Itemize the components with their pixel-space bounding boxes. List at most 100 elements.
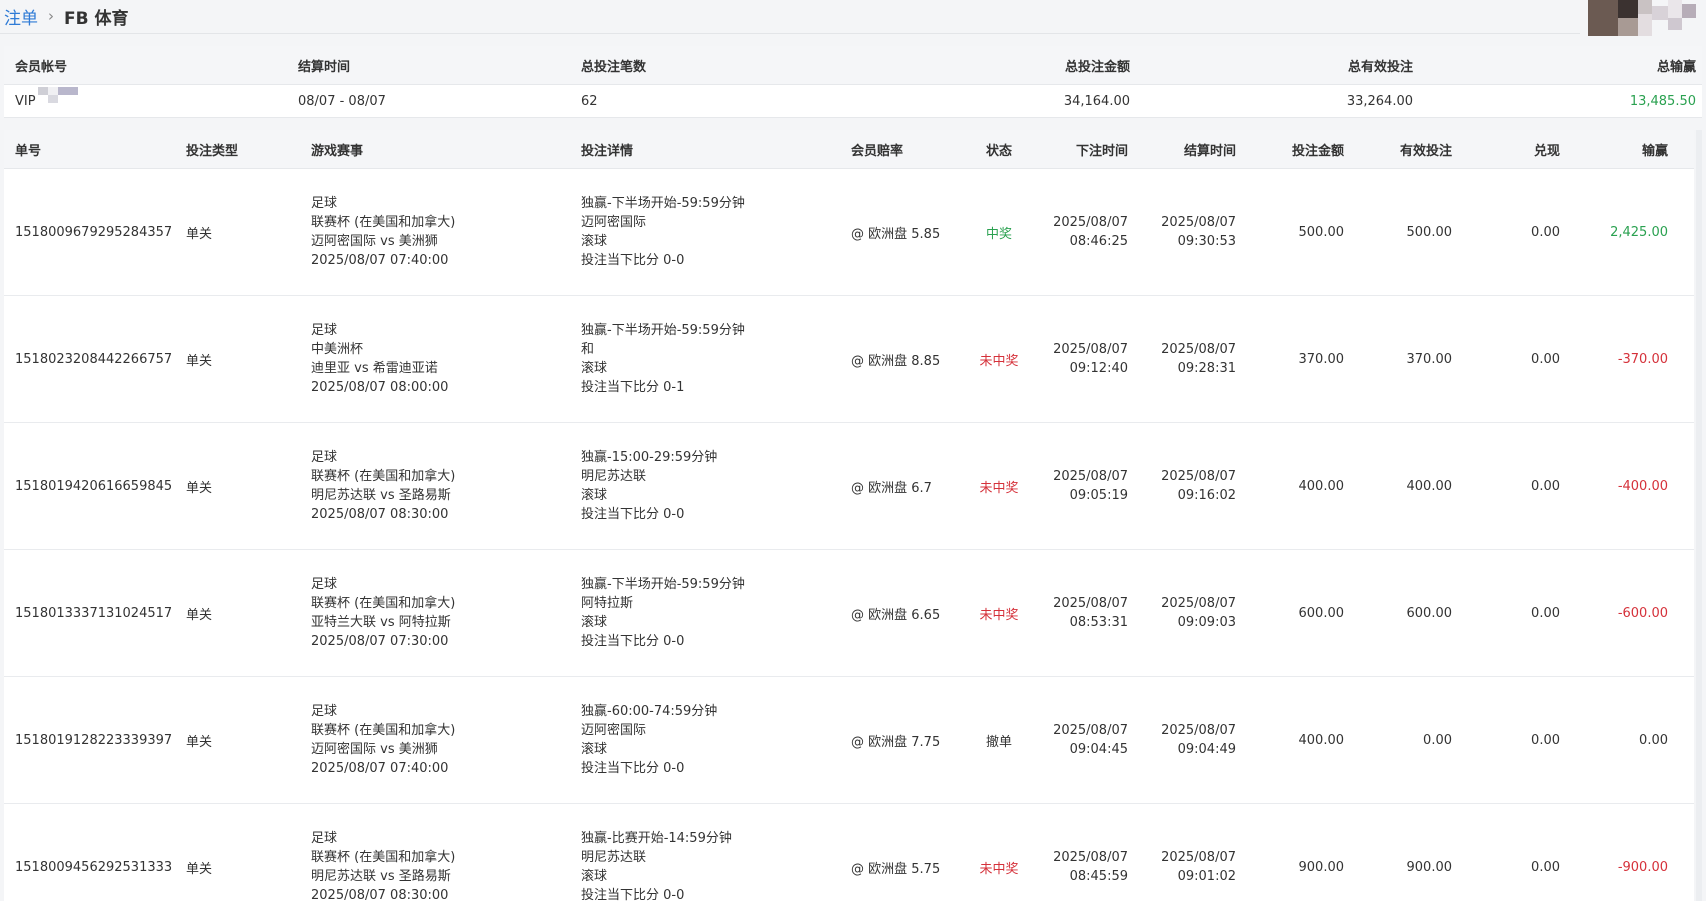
summary-table: 会员帐号 结算时间 总投注笔数 总投注金额 总有效投注 总输赢 VIP 08/0… — [4, 46, 1702, 118]
detail-selection: 和 — [581, 342, 595, 357]
bet-event: 足球 联赛杯 (在美国和加拿大) 迈阿密国际 vs 美洲狮 2025/08/07… — [311, 169, 455, 295]
bet-event: 足球 中美洲杯 迪里亚 vs 希雷迪亚诺 2025/08/07 08:00:00 — [311, 296, 448, 422]
bet-amount: 370.00 — [1298, 351, 1345, 367]
bet-date: 2025/08/07 — [1053, 596, 1128, 611]
summary-total-winloss: 13,485.50 — [1629, 93, 1696, 109]
summary-header-account: 会员帐号 — [15, 59, 68, 75]
table-row[interactable]: 1518013337131024517 单关 足球 联赛杯 (在美国和加拿大) … — [4, 550, 1700, 677]
bet-valid: 600.00 — [1406, 605, 1453, 621]
event-time: 2025/08/07 07:40:00 — [311, 253, 449, 268]
detail-score: 投注当下比分 0-0 — [581, 507, 685, 522]
bet-detail: 独赢-下半场开始-59:59分钟 阿特拉斯 滚球 投注当下比分 0-0 — [581, 550, 745, 676]
event-sport: 足球 — [311, 577, 338, 592]
bet-clock: 09:04:45 — [1069, 742, 1128, 757]
detail-market: 独赢-下半场开始-59:59分钟 — [581, 323, 745, 338]
table-row[interactable]: 1518023208442266757 单关 足球 中美洲杯 迪里亚 vs 希雷… — [4, 296, 1700, 423]
settle-date: 2025/08/07 — [1161, 469, 1236, 484]
detail-score: 投注当下比分 0-1 — [581, 380, 685, 395]
header-detail: 投注详情 — [581, 143, 634, 159]
bet-odds: @ 欧洲盘 6.7 — [851, 480, 932, 496]
settle-clock: 09:16:02 — [1177, 488, 1236, 503]
bet-odds: @ 欧洲盘 8.85 — [851, 353, 941, 369]
summary-total-count: 62 — [581, 93, 598, 109]
bet-winloss: -900.00 — [1617, 859, 1668, 875]
bet-cashout: 0.00 — [1531, 732, 1560, 748]
bet-date: 2025/08/07 — [1053, 342, 1128, 357]
header-status: 状态 — [985, 143, 1012, 159]
event-match: 迈阿密国际 vs 美洲狮 — [311, 742, 438, 757]
event-time: 2025/08/07 08:30:00 — [311, 888, 449, 901]
summary-header-settle-time: 结算时间 — [298, 59, 351, 75]
header-cashout: 兑现 — [1533, 143, 1560, 159]
bet-amount: 500.00 — [1298, 224, 1345, 240]
event-sport: 足球 — [311, 831, 338, 846]
event-match: 明尼苏达联 vs 圣路易斯 — [311, 869, 451, 884]
bet-time: 2025/08/07 09:12:40 — [1044, 296, 1128, 422]
avatar[interactable] — [1588, 0, 1702, 36]
bet-odds: @ 欧洲盘 7.75 — [851, 734, 941, 750]
settle-date: 2025/08/07 — [1161, 342, 1236, 357]
top-bar: 注单 › FB 体育 — [0, 0, 1706, 36]
bet-time: 2025/08/07 09:05:19 — [1044, 423, 1128, 549]
bet-cashout: 0.00 — [1531, 605, 1560, 621]
bet-date: 2025/08/07 — [1053, 723, 1128, 738]
bet-time: 2025/08/07 08:45:59 — [1044, 804, 1128, 901]
bet-valid: 400.00 — [1406, 478, 1453, 494]
bet-time: 2025/08/07 09:04:45 — [1044, 677, 1128, 803]
event-time: 2025/08/07 08:00:00 — [311, 380, 449, 395]
settle-date: 2025/08/07 — [1161, 596, 1236, 611]
bet-event: 足球 联赛杯 (在美国和加拿大) 明尼苏达联 vs 圣路易斯 2025/08/0… — [311, 423, 455, 549]
settle-time: 2025/08/07 09:16:02 — [1128, 423, 1236, 549]
detail-score: 投注当下比分 0-0 — [581, 634, 685, 649]
bet-cashout: 0.00 — [1531, 224, 1560, 240]
table-row[interactable]: 1518009679295284357 单关 足球 联赛杯 (在美国和加拿大) … — [4, 169, 1700, 296]
detail-selection: 迈阿密国际 — [581, 215, 647, 230]
bet-type: 单关 — [186, 861, 213, 877]
bet-detail: 独赢-15:00-29:59分钟 明尼苏达联 滚球 投注当下比分 0-0 — [581, 423, 717, 549]
bet-id: 1518013337131024517 — [15, 605, 173, 621]
bet-detail: 独赢-下半场开始-59:59分钟 和 滚球 投注当下比分 0-1 — [581, 296, 745, 422]
bet-detail: 独赢-比赛开始-14:59分钟 明尼苏达联 滚球 投注当下比分 0-0 — [581, 804, 732, 901]
status-badge: 未中奖 — [979, 480, 1019, 496]
summary-header-total-winloss: 总输赢 — [1656, 59, 1696, 75]
header-odds: 会员赔率 — [851, 143, 904, 159]
bet-type: 单关 — [186, 480, 213, 496]
breadcrumb: 注单 › FB 体育 — [4, 4, 129, 29]
settle-time: 2025/08/07 09:30:53 — [1128, 169, 1236, 295]
bet-id: 1518019128223339397 — [15, 732, 173, 748]
bet-type: 单关 — [186, 226, 213, 242]
table-row[interactable]: 1518009456292531333 单关 足球 联赛杯 (在美国和加拿大) … — [4, 804, 1700, 901]
detail-market: 独赢-比赛开始-14:59分钟 — [581, 831, 732, 846]
breadcrumb-parent-link[interactable]: 注单 — [4, 4, 38, 29]
summary-header-row: 会员帐号 结算时间 总投注笔数 总投注金额 总有效投注 总输赢 — [4, 46, 1702, 85]
bet-id: 1518023208442266757 — [15, 351, 173, 367]
detail-market: 独赢-下半场开始-59:59分钟 — [581, 196, 745, 211]
status-badge: 中奖 — [985, 226, 1012, 242]
vertical-scrollbar[interactable] — [1696, 130, 1702, 901]
summary-total-valid: 33,264.00 — [1346, 93, 1413, 109]
header-id: 单号 — [15, 143, 42, 159]
bet-cashout: 0.00 — [1531, 351, 1560, 367]
detail-mode: 滚球 — [581, 234, 608, 249]
settle-clock: 09:01:02 — [1177, 869, 1236, 884]
bet-valid: 370.00 — [1406, 351, 1453, 367]
detail-market: 独赢-下半场开始-59:59分钟 — [581, 577, 745, 592]
bet-type: 单关 — [186, 353, 213, 369]
bet-odds: @ 欧洲盘 5.85 — [851, 226, 941, 242]
bet-type: 单关 — [186, 607, 213, 623]
header-winloss: 输赢 — [1641, 143, 1668, 159]
event-sport: 足球 — [311, 450, 338, 465]
detail-mode: 滚球 — [581, 615, 608, 630]
summary-total-amount: 34,164.00 — [1063, 93, 1130, 109]
status-badge: 未中奖 — [979, 353, 1019, 369]
table-row[interactable]: 1518019128223339397 单关 足球 联赛杯 (在美国和加拿大) … — [4, 677, 1700, 804]
header-valid: 有效投注 — [1399, 143, 1452, 159]
settle-clock: 09:04:49 — [1177, 742, 1236, 757]
bet-winloss: -400.00 — [1617, 478, 1668, 494]
table-row[interactable]: 1518019420616659845 单关 足球 联赛杯 (在美国和加拿大) … — [4, 423, 1700, 550]
summary-header-total-valid: 总有效投注 — [1347, 59, 1413, 75]
event-league: 联赛杯 (在美国和加拿大) — [311, 850, 456, 865]
detail-mode: 滚球 — [581, 742, 608, 757]
bet-event: 足球 联赛杯 (在美国和加拿大) 迈阿密国际 vs 美洲狮 2025/08/07… — [311, 677, 455, 803]
detail-score: 投注当下比分 0-0 — [581, 888, 685, 901]
